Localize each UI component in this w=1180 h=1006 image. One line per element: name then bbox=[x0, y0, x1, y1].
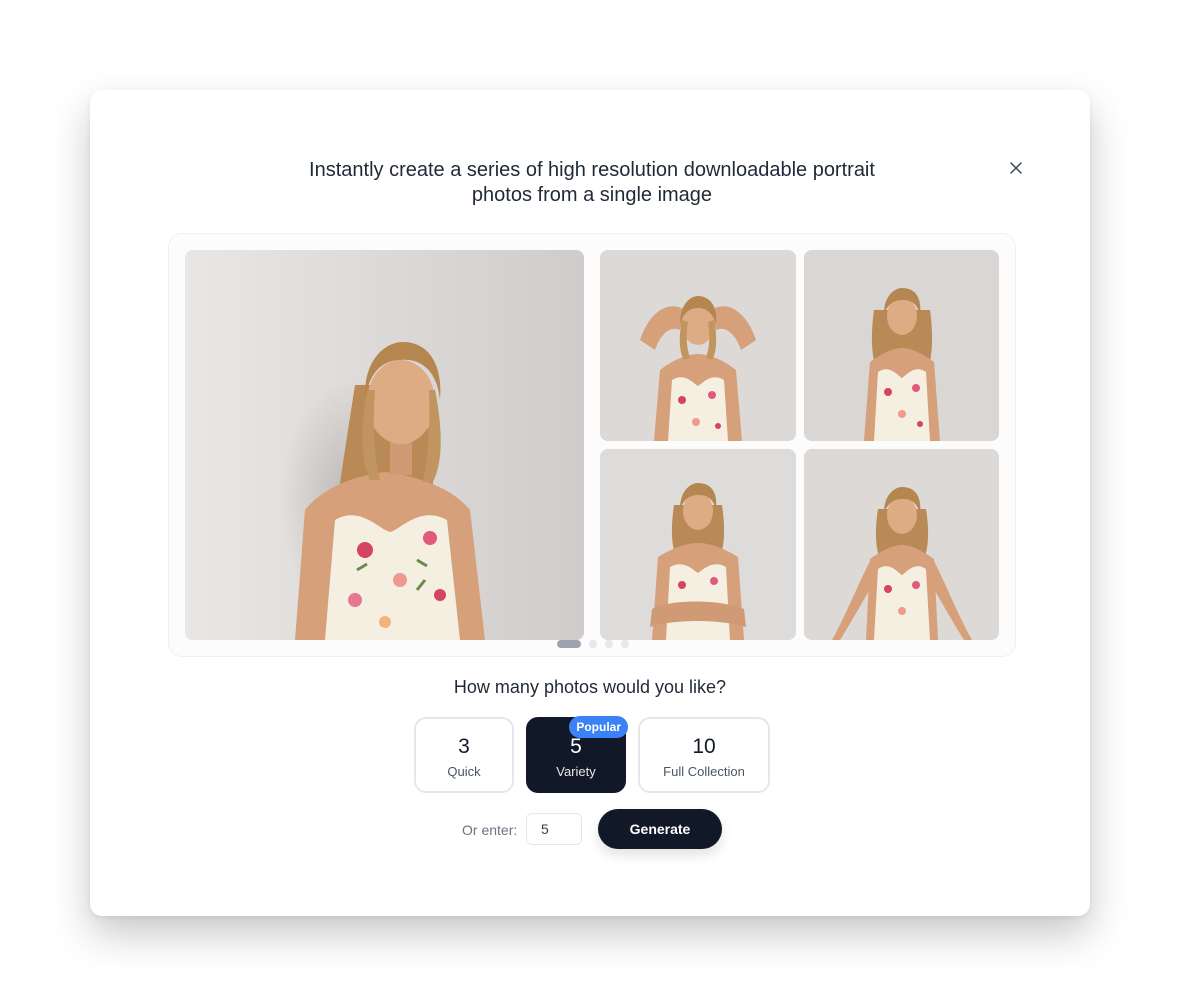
sample-photo-arms-crossed bbox=[600, 449, 796, 640]
sample-photo-hands-in-hair bbox=[600, 250, 796, 441]
option-variety[interactable]: 5 Variety Popular bbox=[526, 716, 628, 793]
sample-photo-arms-down bbox=[804, 449, 999, 640]
close-button[interactable] bbox=[1006, 158, 1026, 178]
option-variety-value: 5 bbox=[570, 735, 582, 758]
carousel-dot-1[interactable] bbox=[557, 640, 581, 648]
generate-button[interactable]: Generate bbox=[598, 809, 722, 849]
carousel-dot-4[interactable] bbox=[621, 640, 629, 648]
custom-count-label: Or enter: bbox=[462, 822, 518, 838]
popular-badge: Popular bbox=[569, 716, 628, 738]
option-full-collection-label: Full Collection bbox=[663, 764, 745, 779]
dialog-title: Instantly create a series of high resolu… bbox=[280, 158, 904, 208]
option-quick-label: Quick bbox=[447, 764, 481, 779]
option-full-collection[interactable]: 10 Full Collection bbox=[638, 717, 770, 793]
close-icon bbox=[1010, 162, 1022, 174]
carousel-dots bbox=[557, 640, 629, 648]
option-full-collection-value: 10 bbox=[692, 735, 716, 758]
sample-photo-main bbox=[185, 250, 584, 640]
photo-count-question: How many photos would you like? bbox=[453, 677, 727, 697]
custom-count-input[interactable] bbox=[526, 813, 582, 845]
carousel-dot-2[interactable] bbox=[589, 640, 597, 648]
dialog-title-line-2: photos from a single image bbox=[471, 184, 713, 206]
option-quick-value: 3 bbox=[458, 735, 470, 758]
carousel-dot-3[interactable] bbox=[605, 640, 613, 648]
sample-photo-standing-front bbox=[804, 250, 999, 441]
option-quick[interactable]: 3 Quick bbox=[414, 717, 514, 793]
option-variety-label: Variety bbox=[556, 764, 596, 779]
dialog-title-line-1: Instantly create a series of high resolu… bbox=[309, 159, 875, 181]
sample-gallery bbox=[168, 233, 1016, 657]
photo-series-dialog: Instantly create a series of high resolu… bbox=[90, 90, 1090, 916]
